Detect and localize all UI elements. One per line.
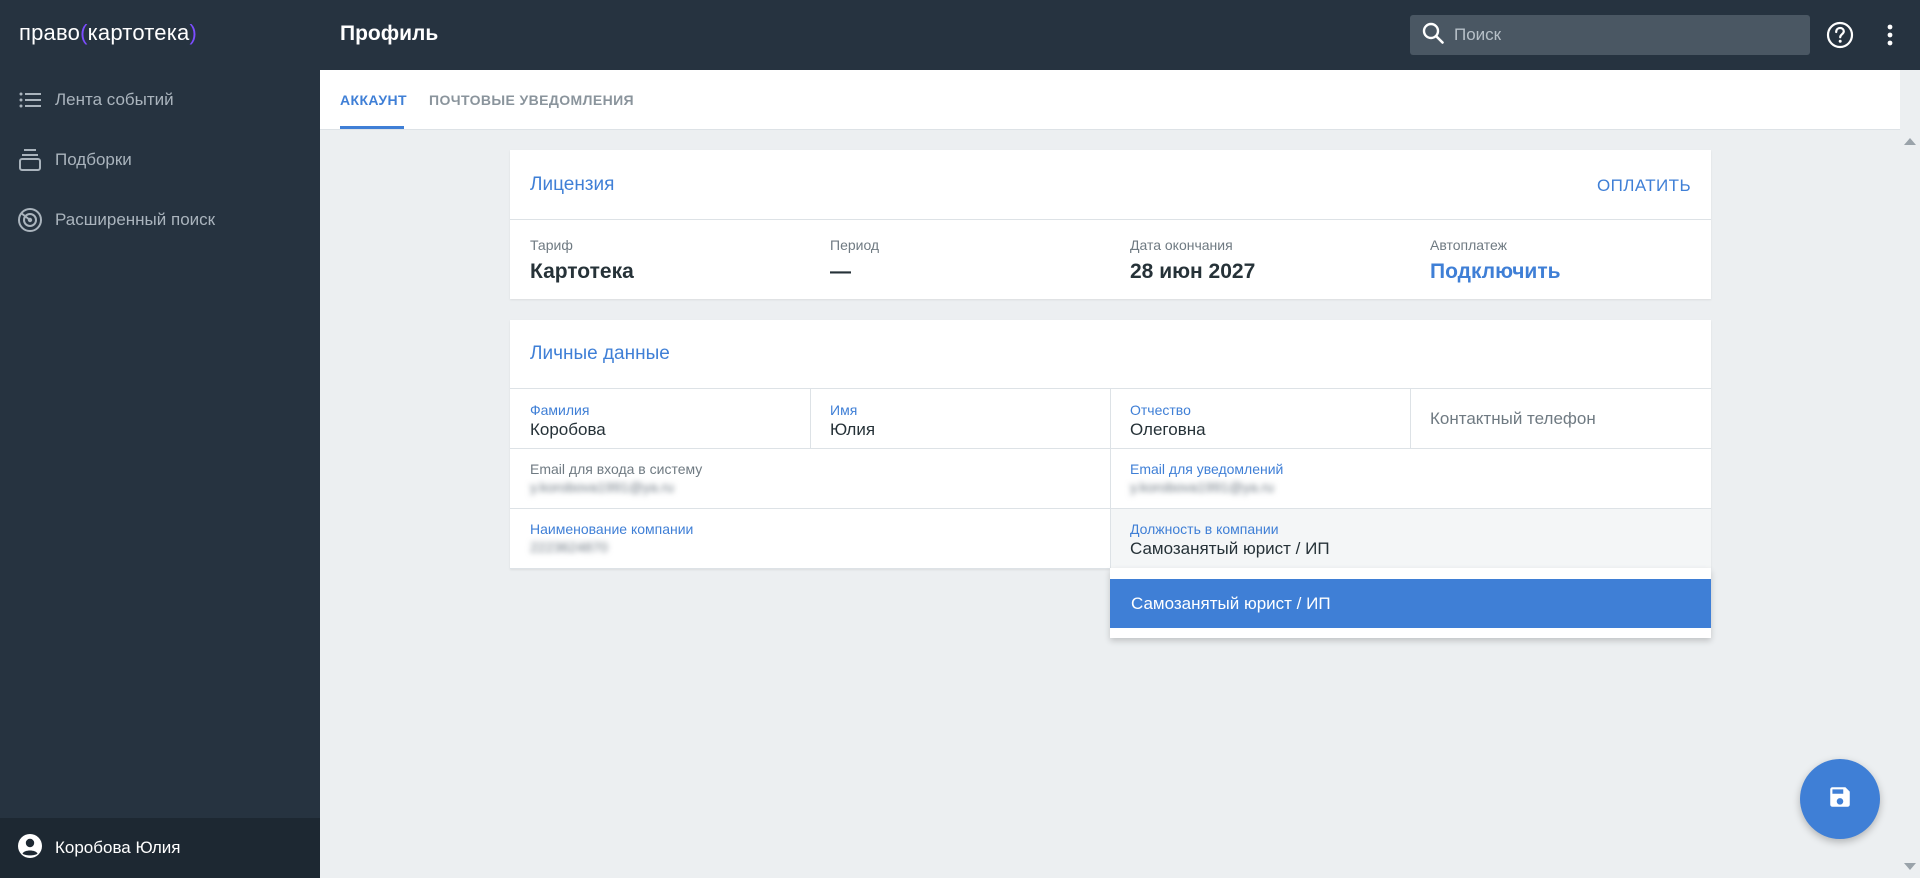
page-title: Профиль	[340, 22, 439, 45]
stack-icon	[17, 147, 43, 173]
logo-bracket-open: (	[80, 20, 88, 45]
autopay-connect-link[interactable]: Подключить	[1430, 260, 1561, 284]
radar-icon	[17, 207, 43, 233]
phone-field[interactable]: Контактный телефон	[1430, 409, 1596, 429]
divider	[810, 388, 811, 448]
position-label: Должность в компании	[1130, 521, 1279, 537]
personal-data-card: Личные данные Фамилия Коробова Имя Юлия …	[510, 320, 1711, 569]
autopay-label: Автоплатеж	[1430, 237, 1507, 253]
search-icon	[1422, 22, 1444, 49]
last-name-label: Фамилия	[530, 402, 590, 418]
pay-button[interactable]: ОПЛАТИТЬ	[1597, 176, 1691, 196]
tab-bar: АККАУНТ ПОЧТОВЫЕ УВЕДОМЛЕНИЯ	[320, 70, 1900, 130]
active-tab-indicator	[340, 126, 404, 129]
first-name-field[interactable]: Имя Юлия	[830, 402, 875, 440]
dropdown-option[interactable]: Самозанятый юрист / ИП	[1110, 579, 1711, 628]
patronymic-field[interactable]: Отчество Олеговна	[1130, 402, 1206, 440]
sidebar-item-label: Подборки	[55, 150, 132, 169]
search-box[interactable]	[1410, 15, 1810, 55]
divider	[510, 219, 1711, 220]
logo-bracket-close: )	[189, 20, 198, 45]
save-button[interactable]	[1800, 759, 1880, 839]
sidebar: право(картотека) Лента событий Подборки …	[0, 0, 320, 878]
company-label: Наименование компании	[530, 521, 694, 537]
scroll-down-arrow[interactable]	[1904, 863, 1916, 870]
user-name: Коробова Юлия	[55, 838, 181, 857]
login-email-field: Email для входа в систему y.korobova1991…	[530, 461, 702, 495]
last-name-value: Коробова	[530, 420, 606, 439]
patronymic-value: Олеговна	[1130, 420, 1206, 439]
position-select[interactable]: Должность в компании Самозанятый юрист /…	[1130, 521, 1330, 559]
position-dropdown-menu: Самозанятый юрист / ИП	[1110, 568, 1711, 638]
login-email-value: y.korobova1991@ya.ru	[530, 479, 674, 495]
scrollbar[interactable]	[1900, 130, 1920, 878]
sidebar-item-label: Расширенный поиск	[55, 210, 216, 229]
scroll-up-arrow[interactable]	[1904, 138, 1916, 145]
tariff-label: Тариф	[530, 237, 573, 253]
help-icon[interactable]	[1825, 20, 1855, 50]
save-icon	[1827, 784, 1853, 815]
user-menu[interactable]: Коробова Юлия	[0, 818, 320, 878]
last-name-field[interactable]: Фамилия Коробова	[530, 402, 606, 440]
sidebar-item-event-feed[interactable]: Лента событий	[0, 72, 320, 128]
divider	[1410, 388, 1411, 448]
list-icon	[17, 87, 43, 113]
company-field[interactable]: Наименование компании 2223624870	[530, 521, 693, 555]
period-value: —	[830, 260, 851, 283]
end-date-label: Дата окончания	[1130, 237, 1233, 253]
first-name-label: Имя	[830, 402, 858, 418]
license-card: Лицензия ОПЛАТИТЬ Тариф Картотека Период…	[510, 150, 1711, 299]
account-circle-icon	[17, 833, 43, 864]
notify-email-field[interactable]: Email для уведомлений y.korobova1991@ya.…	[1130, 461, 1283, 495]
period-label: Период	[830, 237, 880, 253]
tab-account[interactable]: АККАУНТ	[340, 92, 407, 108]
patronymic-label: Отчество	[1130, 402, 1191, 418]
logo-text-left: право	[19, 20, 81, 45]
top-bar: Профиль	[320, 0, 1920, 70]
sidebar-item-label: Лента событий	[55, 90, 174, 109]
license-title: Лицензия	[530, 174, 615, 195]
company-value: 2223624870	[530, 539, 608, 555]
notify-email-label: Email для уведомлений	[1130, 461, 1284, 477]
sidebar-item-advanced-search[interactable]: Расширенный поиск	[0, 192, 320, 248]
search-input[interactable]	[1454, 25, 1794, 45]
tab-email-notifications[interactable]: ПОЧТОВЫЕ УВЕДОМЛЕНИЯ	[429, 92, 634, 108]
app-logo[interactable]: право(картотека)	[19, 20, 197, 46]
position-value: Самозанятый юрист / ИП	[1130, 539, 1330, 558]
notify-email-value: y.korobova1991@ya.ru	[1130, 479, 1274, 495]
personal-data-title: Личные данные	[530, 343, 670, 364]
end-date-value: 28 июн 2027	[1130, 260, 1256, 283]
sidebar-item-collections[interactable]: Подборки	[0, 132, 320, 188]
logo-text-middle: картотека	[87, 20, 190, 45]
tariff-value: Картотека	[530, 260, 634, 283]
more-vert-icon[interactable]	[1875, 20, 1905, 50]
first-name-value: Юлия	[830, 420, 876, 439]
login-email-label: Email для входа в систему	[530, 461, 703, 477]
